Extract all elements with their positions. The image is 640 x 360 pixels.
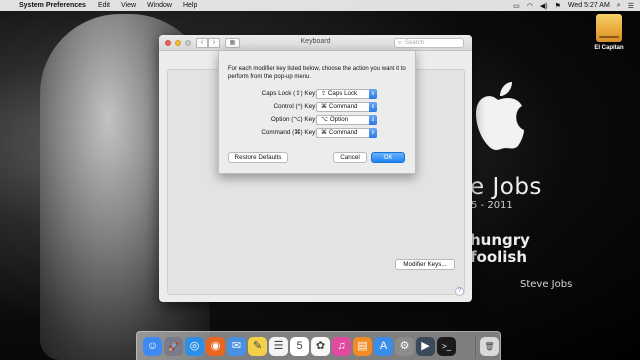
option-popup[interactable]: ⌥ Option ⇕ — [316, 115, 377, 125]
launchpad-icon[interactable]: 🚀 — [164, 337, 183, 356]
reminders-icon[interactable]: ☰ — [269, 337, 288, 356]
cancel-button[interactable]: Cancel — [333, 152, 367, 163]
help-button[interactable]: ? — [455, 287, 464, 296]
menu-bar-status-area: ▭ ◠ ◀) ⚑ Wed 5:27 AM ⌕ ☰ — [513, 0, 634, 11]
flag-icon[interactable]: ⚑ — [555, 2, 561, 10]
keyboard-preferences-window: ‹ › ▦ Keyboard ⌕ Search Modifier Keys...… — [159, 35, 472, 302]
caps-lock-value: ⇪ Caps Lock — [321, 90, 358, 97]
ok-button[interactable]: OK — [371, 152, 405, 163]
notes-icon[interactable]: ✎ — [248, 337, 267, 356]
wallpaper-years-text: 5 - 2011 — [471, 200, 513, 211]
chevron-updown-icon: ⇕ — [369, 115, 377, 125]
calendar-icon[interactable]: 5 — [290, 337, 309, 356]
ibooks-icon[interactable]: ▤ — [353, 337, 372, 356]
command-label: Command (⌘) Key: — [261, 129, 317, 136]
clock[interactable]: Wed 5:27 AM — [568, 2, 610, 9]
command-popup[interactable]: ⌘ Command ⇕ — [316, 128, 377, 138]
spotlight-icon[interactable]: ⌕ — [617, 2, 621, 10]
sheet-description: For each modifier key listed below, choo… — [228, 66, 406, 80]
trash-icon[interactable]: 🗑 — [480, 337, 499, 356]
wallpaper-signature: Steve Jobs — [520, 279, 573, 290]
mail-icon[interactable]: ✉ — [227, 337, 246, 356]
modifier-row-caps-lock: Caps Lock (⇪) Key: ⇪ Caps Lock ⇕ — [219, 89, 417, 100]
caps-lock-popup[interactable]: ⇪ Caps Lock ⇕ — [316, 89, 377, 99]
menu-bar: System Preferences Edit View Window Help… — [0, 0, 640, 11]
wallpaper-apple-logo-icon — [476, 82, 524, 150]
wallpaper-quote: hungry foolish — [470, 232, 530, 266]
modifier-row-control: Control (^) Key: ⌘ Command ⇕ — [219, 102, 417, 113]
wifi-icon[interactable]: ◠ — [527, 2, 533, 10]
modifier-row-command: Command (⌘) Key: ⌘ Command ⇕ — [219, 128, 417, 139]
notification-center-icon[interactable]: ☰ — [628, 2, 634, 10]
menu-window[interactable]: Window — [147, 2, 172, 9]
restore-defaults-button[interactable]: Restore Defaults — [228, 152, 288, 163]
safari-icon[interactable]: ◎ — [185, 337, 204, 356]
search-placeholder: Search — [405, 40, 425, 46]
menu-help[interactable]: Help — [183, 2, 197, 9]
modifier-keys-button[interactable]: Modifier Keys... — [395, 259, 455, 270]
quicktime-icon[interactable]: ▶ — [416, 337, 435, 356]
search-icon: ⌕ — [398, 40, 402, 46]
menu-view[interactable]: View — [121, 2, 136, 9]
search-field[interactable]: ⌕ Search — [394, 38, 464, 48]
wallpaper-name-text: e Jobs — [470, 174, 542, 200]
menu-edit[interactable]: Edit — [98, 2, 110, 9]
chevron-updown-icon: ⇕ — [369, 89, 377, 99]
finder-icon[interactable]: ☺ — [143, 337, 162, 356]
caps-lock-label: Caps Lock (⇪) Key: — [261, 90, 317, 97]
dock-separator — [475, 336, 476, 358]
control-value: ⌘ Command — [321, 103, 358, 110]
chevron-updown-icon: ⇕ — [369, 128, 377, 138]
command-value: ⌘ Command — [321, 129, 358, 136]
app-store-icon[interactable]: A — [374, 337, 393, 356]
option-value: ⌥ Option — [321, 116, 349, 123]
control-popup[interactable]: ⌘ Command ⇕ — [316, 102, 377, 112]
control-label: Control (^) Key: — [273, 103, 317, 110]
system-preferences-icon[interactable]: ⚙ — [395, 337, 414, 356]
hard-disk-icon[interactable] — [596, 14, 622, 42]
firefox-icon[interactable]: ◉ — [206, 337, 225, 356]
volume-icon[interactable]: ◀) — [540, 2, 548, 10]
menu-app-name[interactable]: System Preferences — [19, 2, 86, 9]
modifier-row-option: Option (⌥) Key: ⌥ Option ⇕ — [219, 115, 417, 126]
wallpaper-quote-line-1: hungry — [470, 231, 530, 249]
window-titlebar[interactable]: ‹ › ▦ Keyboard ⌕ Search — [159, 35, 472, 51]
dock: ☺ 🚀 ◎ ◉ ✉ ✎ ☰ 5 ✿ ♫ ▤ A ⚙ ▶ >_ 🗑 — [136, 331, 501, 360]
modifier-keys-sheet: For each modifier key listed below, choo… — [218, 50, 416, 174]
chevron-updown-icon: ⇕ — [369, 102, 377, 112]
wallpaper-quote-line-2: foolish — [470, 248, 528, 266]
photos-icon[interactable]: ✿ — [311, 337, 330, 356]
option-label: Option (⌥) Key: — [270, 116, 317, 123]
disk-label[interactable]: El Capitan — [588, 45, 630, 51]
display-icon[interactable]: ▭ — [513, 2, 520, 10]
terminal-icon[interactable]: >_ — [437, 337, 456, 356]
itunes-icon[interactable]: ♫ — [332, 337, 351, 356]
